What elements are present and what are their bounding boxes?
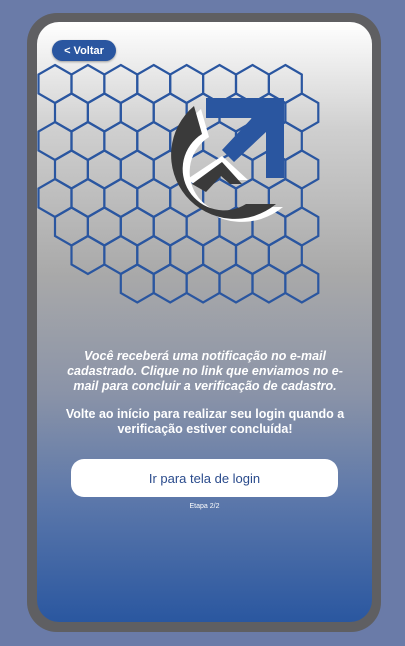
step-indicator: Etapa 2/2 — [189, 503, 220, 510]
hexagon-cell — [284, 263, 320, 304]
app-screen: < Voltar Você receberá uma notificação n… — [37, 22, 372, 622]
email-notification-text: Você receberá uma notificação no e-mail … — [67, 349, 343, 393]
hexagon-cell — [185, 263, 221, 304]
return-login-text: Volte ao início para realizar seu login … — [65, 407, 345, 436]
hexagon-cell — [70, 234, 106, 276]
verification-message: Você receberá uma notificação no e-mail … — [59, 349, 351, 437]
go-to-login-button[interactable]: Ir para tela de login — [71, 459, 338, 497]
hexagon-cell — [119, 263, 155, 304]
hexagon-cell — [152, 263, 188, 304]
back-button[interactable]: < Voltar — [52, 40, 116, 61]
brand-g-logo-icon — [171, 98, 284, 222]
hexagon-cell — [218, 263, 254, 304]
phone-frame: < Voltar Você receberá uma notificação n… — [27, 13, 381, 632]
hexagon-cell — [251, 263, 287, 304]
